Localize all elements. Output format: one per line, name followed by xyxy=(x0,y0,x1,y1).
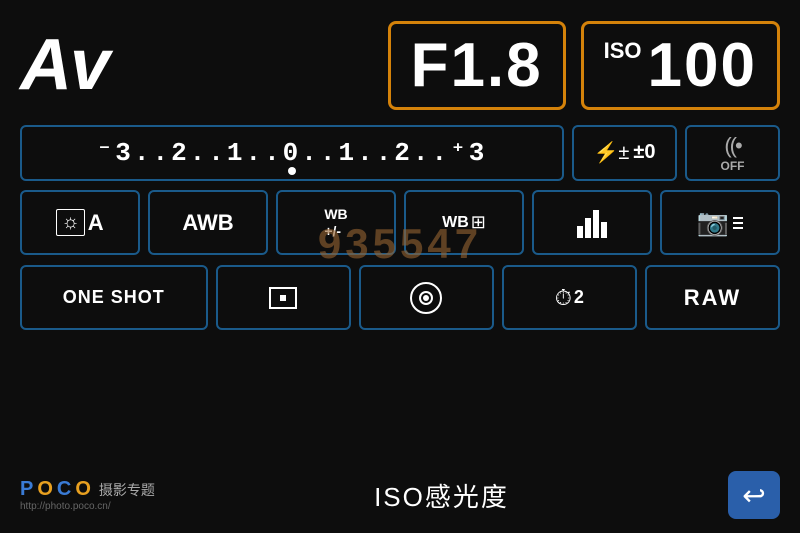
wb-adj-label: WB+/- xyxy=(324,206,347,240)
flash-icon: ⚡± xyxy=(594,140,630,165)
settings-row1: ☼ A AWB WB+/- WB ⊞ xyxy=(15,185,785,260)
wifi-icon: ((• xyxy=(724,133,740,159)
back-arrow-icon: ↩ xyxy=(742,479,765,512)
wb-shift-box[interactable]: WB ⊞ xyxy=(404,190,524,255)
aperture-value: F1.8 xyxy=(411,30,543,101)
drive-icon: ⏱ xyxy=(555,285,572,311)
wb-shift-label: WB xyxy=(442,214,469,232)
iso-box[interactable]: ISO 100 xyxy=(581,21,780,110)
drive-label: 2 xyxy=(574,287,584,308)
top-row: Av F1.8 ISO 100 xyxy=(15,10,785,120)
exposure-scale-box[interactable]: ⁻3..2..1..0..1..2..⁺3 xyxy=(20,125,564,181)
brand-logo: P O C O 摄影专题 xyxy=(20,478,155,501)
scene-mode-content: ☼ A xyxy=(56,209,103,236)
focus-mode-box[interactable]: ONE SHOT xyxy=(20,265,208,330)
live-view-icon xyxy=(410,282,442,314)
lens-correction-box[interactable]: 📷 xyxy=(660,190,780,255)
metering-icon xyxy=(269,287,297,309)
brand-subtitle: 摄影专题 xyxy=(99,480,155,500)
wifi-box[interactable]: ((• OFF xyxy=(685,125,780,181)
brand-o2: O xyxy=(75,478,91,501)
quality-label: RAW xyxy=(684,285,741,311)
live-view-box[interactable] xyxy=(359,265,494,330)
drive-box[interactable]: ⏱ 2 xyxy=(502,265,637,330)
brand-p: P xyxy=(20,478,33,501)
wifi-status: OFF xyxy=(721,159,745,173)
wb-shift-content: WB ⊞ xyxy=(442,212,486,233)
picture-style-box[interactable] xyxy=(532,190,652,255)
iso-prefix: ISO xyxy=(604,38,642,64)
scene-mode-label: A xyxy=(88,210,104,236)
exposure-marker xyxy=(288,167,296,175)
iso-value: 100 xyxy=(648,30,757,101)
wb-label: AWB xyxy=(182,210,233,236)
bottom-label-container: ISO感光度 xyxy=(155,477,728,514)
flash-comp-value: ±0 xyxy=(633,141,655,164)
iso-bottom-label: ISO感光度 xyxy=(374,477,509,514)
scene-mode-icon: ☼ xyxy=(56,209,84,236)
wb-box[interactable]: AWB xyxy=(148,190,268,255)
scene-mode-box[interactable]: ☼ A xyxy=(20,190,140,255)
back-button[interactable]: ↩ xyxy=(728,471,780,519)
quality-box[interactable]: RAW xyxy=(645,265,780,330)
picture-style-icon xyxy=(577,208,607,238)
exposure-scale: ⁻3..2..1..0..1..2..⁺3 xyxy=(97,137,488,168)
correction-lines xyxy=(733,217,743,229)
brand-url: http://photo.poco.cn/ xyxy=(20,501,155,512)
brand-o1: O xyxy=(37,478,53,501)
brand-c: C xyxy=(57,478,71,501)
camera-screen: 935547 Av F1.8 ISO 100 ⁻3..2..1..0..1..2… xyxy=(0,0,800,533)
wb-adj-box[interactable]: WB+/- xyxy=(276,190,396,255)
flash-comp-box[interactable]: ⚡± ±0 xyxy=(572,125,677,181)
lens-correction-icon: 📷 xyxy=(697,207,743,238)
drive-content: ⏱ 2 xyxy=(555,285,584,311)
exposure-row: ⁻3..2..1..0..1..2..⁺3 ⚡± ±0 ((• OFF xyxy=(15,120,785,185)
focus-mode-label: ONE SHOT xyxy=(63,287,165,308)
camera-symbol: 📷 xyxy=(697,207,729,238)
shooting-mode: Av xyxy=(20,24,108,106)
aperture-box[interactable]: F1.8 xyxy=(388,21,566,110)
settings-row2: ONE SHOT ⏱ 2 RAW xyxy=(15,260,785,335)
bottom-bar: P O C O 摄影专题 http://photo.poco.cn/ ISO感光… xyxy=(15,463,785,523)
wb-shift-icon: ⊞ xyxy=(471,212,486,233)
brand-watermark: P O C O 摄影专题 http://photo.poco.cn/ xyxy=(20,478,155,512)
metering-box[interactable] xyxy=(216,265,351,330)
